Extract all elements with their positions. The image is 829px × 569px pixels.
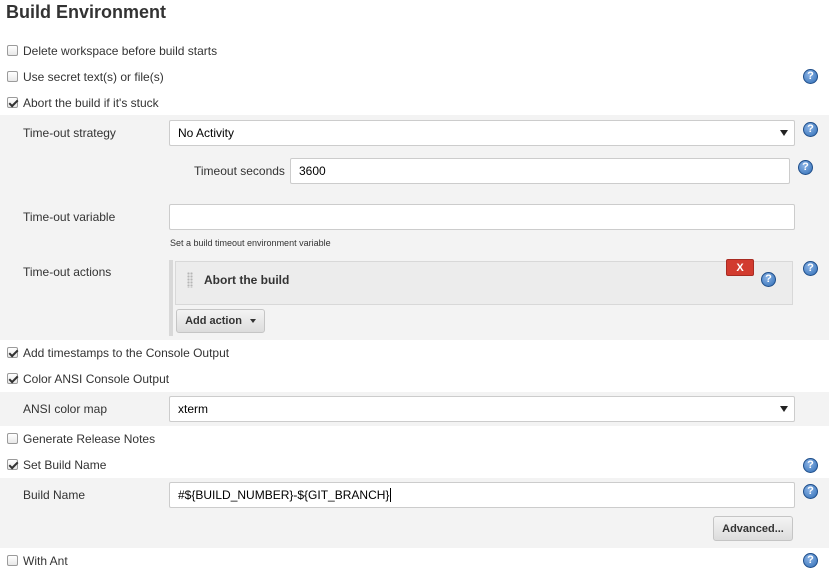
use-secret-label: Use secret text(s) or file(s) — [23, 70, 164, 84]
build-name-input[interactable]: #${BUILD_NUMBER}-${GIT_BRANCH} — [169, 482, 795, 508]
chevron-down-icon — [249, 319, 256, 323]
ansi-color-map-label: ANSI color map — [23, 402, 108, 416]
help-icon[interactable]: ? — [803, 122, 818, 137]
timeout-seconds-label: Timeout seconds — [194, 164, 285, 178]
with-ant-label: With Ant — [23, 554, 68, 568]
timeout-seconds-input[interactable]: 3600 — [290, 158, 790, 184]
dropdown-arrow-icon — [780, 406, 788, 412]
help-icon[interactable]: ? — [803, 261, 818, 276]
timeout-actions-label: Time-out actions — [23, 265, 112, 279]
use-secret-checkbox[interactable] — [7, 71, 18, 82]
timeout-strategy-label: Time-out strategy — [23, 126, 116, 140]
timeout-variable-hint: Set a build timeout environment variable — [170, 238, 331, 248]
action-item-title: Abort the build — [204, 273, 290, 287]
drag-handle-icon[interactable] — [187, 272, 193, 288]
help-icon[interactable]: ? — [803, 69, 818, 84]
build-name-value: #${BUILD_NUMBER}-${GIT_BRANCH} — [178, 488, 392, 502]
with-ant-checkbox[interactable] — [7, 555, 18, 566]
timeout-seconds-value: 3600 — [299, 164, 326, 178]
timeout-strategy-select[interactable]: No Activity — [169, 120, 795, 146]
ansi-color-map-select[interactable]: xterm — [169, 396, 795, 422]
add-action-label: Add action — [185, 315, 242, 327]
advanced-button[interactable]: Advanced... — [713, 516, 793, 541]
add-action-button[interactable]: Add action — [176, 309, 265, 333]
help-icon[interactable]: ? — [803, 553, 818, 568]
release-notes-label: Generate Release Notes — [23, 432, 156, 446]
help-icon[interactable]: ? — [803, 458, 818, 473]
set-build-name-checkbox[interactable] — [7, 459, 18, 470]
ansi-color-map-value: xterm — [178, 402, 208, 416]
delete-workspace-label: Delete workspace before build starts — [23, 44, 218, 58]
abort-stuck-checkbox[interactable] — [7, 97, 18, 108]
release-notes-checkbox[interactable] — [7, 433, 18, 444]
set-build-name-label: Set Build Name — [23, 458, 107, 472]
add-timestamps-checkbox[interactable] — [7, 347, 18, 358]
dropdown-arrow-icon — [780, 130, 788, 136]
help-icon[interactable]: ? — [798, 160, 813, 175]
color-ansi-checkbox[interactable] — [7, 373, 18, 384]
remove-action-button[interactable]: X — [726, 259, 754, 276]
add-timestamps-label: Add timestamps to the Console Output — [23, 346, 230, 360]
help-icon[interactable]: ? — [803, 484, 818, 499]
help-icon[interactable]: ? — [761, 272, 776, 287]
timeout-strategy-value: No Activity — [178, 126, 235, 140]
abort-stuck-label: Abort the build if it's stuck — [23, 96, 159, 110]
timeout-variable-label: Time-out variable — [23, 210, 116, 224]
page-title: Build Environment — [6, 2, 167, 22]
timeout-variable-input[interactable] — [169, 204, 795, 230]
color-ansi-label: Color ANSI Console Output — [23, 372, 170, 386]
delete-workspace-checkbox[interactable] — [7, 45, 18, 56]
build-name-label: Build Name — [23, 488, 86, 502]
